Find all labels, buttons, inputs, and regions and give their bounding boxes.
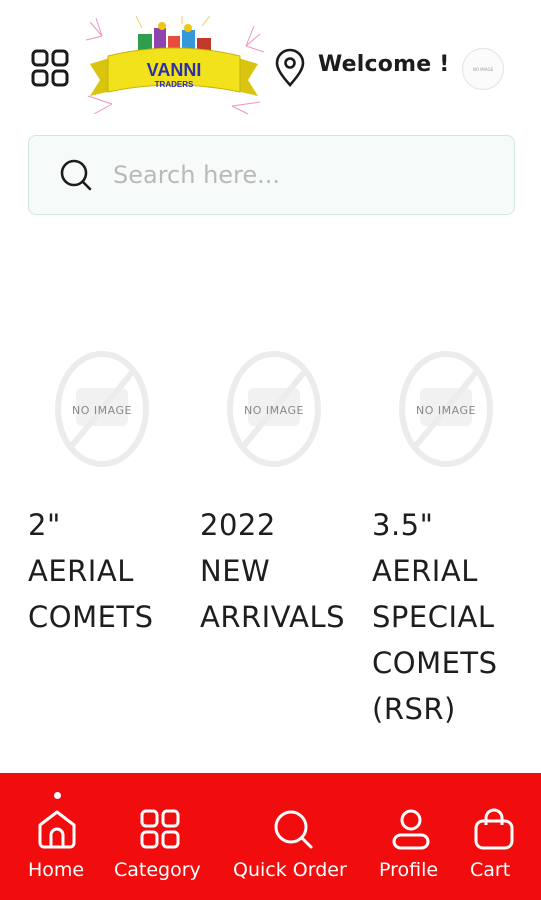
menu-grid-button[interactable] bbox=[28, 46, 72, 90]
location-pin-icon[interactable] bbox=[272, 48, 308, 88]
category-label: 2" AERIAL COMETS bbox=[28, 508, 154, 634]
logo-text: VANNI bbox=[146, 60, 202, 80]
brand-logo[interactable]: VANNI TRADERS bbox=[82, 15, 266, 116]
welcome-text: Welcome ! bbox=[318, 52, 450, 77]
nav-cart[interactable]: Cart bbox=[466, 773, 522, 900]
app-header: VANNI TRADERS Welcome ! NO IMAGE bbox=[0, 0, 541, 130]
search-icon bbox=[60, 159, 92, 191]
active-indicator bbox=[54, 792, 61, 799]
search-icon bbox=[274, 810, 313, 849]
bottom-navigation: Home Category Quick Order Profile Cart bbox=[0, 773, 541, 900]
category-label: 2022 NEW ARRIVALS bbox=[200, 508, 346, 634]
nav-category-label: Category bbox=[114, 859, 201, 881]
user-icon bbox=[392, 809, 430, 850]
search-bar[interactable]: Search here... bbox=[28, 135, 515, 215]
avatar-placeholder-text: NO IMAGE bbox=[472, 66, 494, 72]
no-image-text: NO IMAGE bbox=[416, 404, 476, 417]
nav-profile-label: Profile bbox=[379, 859, 439, 881]
nav-quick-order[interactable]: Quick Order bbox=[230, 773, 356, 900]
nav-home-label: Home bbox=[28, 859, 85, 881]
bag-icon bbox=[474, 808, 514, 850]
grid-icon bbox=[140, 809, 180, 849]
no-image-text: NO IMAGE bbox=[72, 404, 132, 417]
avatar[interactable]: NO IMAGE bbox=[462, 48, 504, 90]
logo-subtext: TRADERS bbox=[154, 80, 194, 89]
nav-home[interactable]: Home bbox=[22, 773, 92, 900]
nav-cart-label: Cart bbox=[470, 859, 511, 881]
grid-icon bbox=[31, 49, 69, 87]
nav-quick-order-label: Quick Order bbox=[233, 859, 347, 881]
home-icon bbox=[38, 810, 76, 849]
no-image-text: NO IMAGE bbox=[244, 404, 304, 417]
nav-profile[interactable]: Profile bbox=[376, 773, 446, 900]
category-label: 3.5" AERIAL SPECIAL COMETS (RSR) bbox=[372, 508, 498, 726]
search-input[interactable]: Search here... bbox=[113, 161, 280, 189]
nav-category[interactable]: Category bbox=[112, 773, 208, 900]
